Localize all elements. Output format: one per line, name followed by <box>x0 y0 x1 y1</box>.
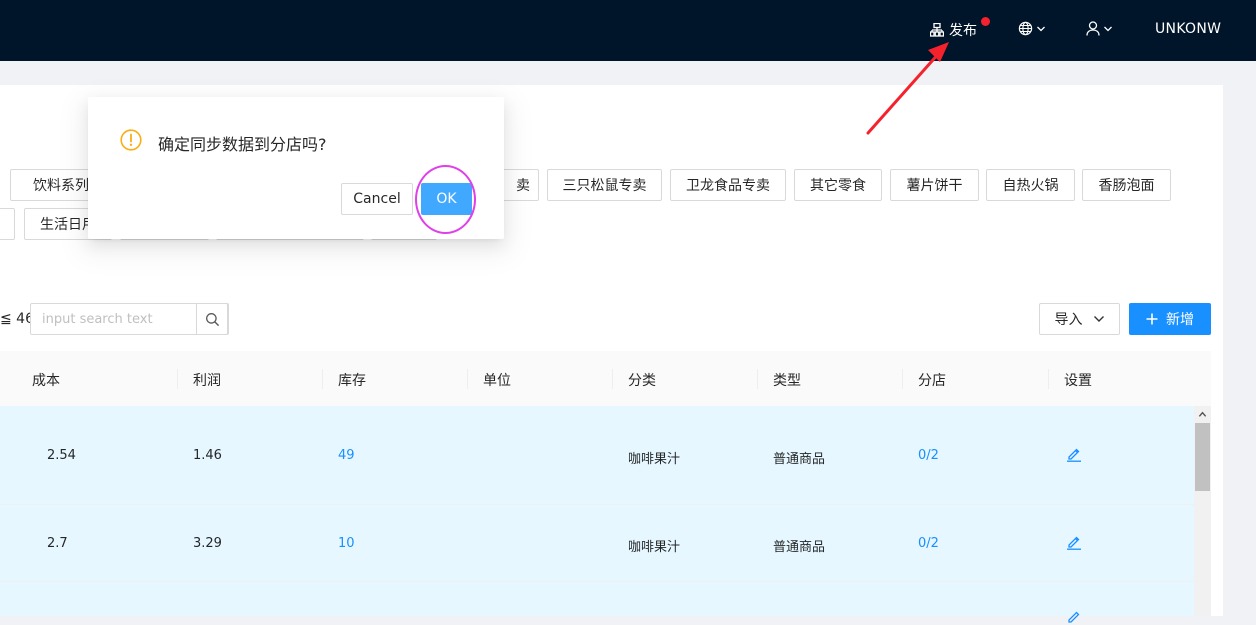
cell-stock-link[interactable]: 10 <box>338 536 355 551</box>
chevron-down-icon <box>1037 26 1045 31</box>
language-switcher[interactable] <box>1018 21 1046 36</box>
category-tag-label: 饮料系列 <box>33 178 89 194</box>
cell-stock-link[interactable]: 49 <box>338 448 355 463</box>
category-tag-partial-left[interactable] <box>0 208 15 240</box>
annotation-circle <box>415 165 476 234</box>
column-header-category[interactable]: 分类 <box>628 370 656 390</box>
chevron-up-icon <box>1198 411 1207 417</box>
category-tag-hotpot[interactable]: 自热火锅 <box>986 169 1075 201</box>
cell-type: 普通商品 <box>773 452 826 467</box>
plus-icon <box>1146 313 1158 325</box>
publish-icon <box>930 23 944 37</box>
table-row[interactable]: 2.54 1.46 49 咖啡果汁 普通商品 0/2 <box>0 406 1194 505</box>
column-separator <box>177 369 178 389</box>
column-separator <box>757 369 758 389</box>
scroll-up-button[interactable] <box>1194 406 1211 423</box>
category-tag-three-squirrels[interactable]: 三只松鼠专卖 <box>547 169 662 201</box>
import-label: 导入 <box>1054 312 1083 328</box>
category-tag-weilong[interactable]: 卫龙食品专卖 <box>670 169 786 201</box>
table-row[interactable]: 2.7 3.29 10 咖啡果汁 普通商品 0/2 <box>0 505 1194 582</box>
column-header-cost[interactable]: 成本 <box>32 370 60 390</box>
category-tag-label: 卫龙食品专卖 <box>686 178 770 194</box>
category-tag-label: 三只松鼠专卖 <box>562 178 647 194</box>
cell-profit: 3.29 <box>193 536 222 551</box>
column-header-stock[interactable]: 库存 <box>338 370 366 390</box>
category-tag-label: 自热火锅 <box>1002 178 1059 194</box>
cell-category: 咖啡果汁 <box>628 540 681 555</box>
table-header: 成本 利润 库存 单位 分类 类型 分店 设置 <box>0 351 1211 407</box>
exclamation-circle-icon <box>120 129 142 151</box>
search-input[interactable] <box>31 304 197 334</box>
modal-title: 确定同步数据到分店吗? <box>158 135 327 154</box>
top-navbar: 发布 UNKONW <box>0 0 1256 61</box>
column-separator <box>467 369 468 389</box>
column-header-profit[interactable]: 利润 <box>193 370 221 390</box>
category-tag-label: 卖 <box>516 178 530 194</box>
column-separator <box>1048 369 1049 389</box>
chevron-down-icon <box>1104 26 1112 31</box>
cell-cost: 2.54 <box>47 448 76 463</box>
column-header-branch[interactable]: 分店 <box>918 370 946 390</box>
column-separator <box>612 369 613 389</box>
total-count: ≦ 46 <box>0 311 34 327</box>
annotation-arrow <box>866 42 949 135</box>
column-header-settings[interactable]: 设置 <box>1064 370 1092 390</box>
cancel-button[interactable]: Cancel <box>341 183 413 215</box>
category-tag-label: 其它零食 <box>810 178 866 194</box>
category-tag-label: 香肠泡面 <box>1098 178 1155 194</box>
publish-label: 发布 <box>949 23 977 39</box>
search-icon <box>205 312 219 326</box>
cell-branch-link[interactable]: 0/2 <box>918 536 939 551</box>
cell-profit: 1.46 <box>193 448 222 463</box>
search-button[interactable] <box>196 303 228 335</box>
cell-cost: 2.7 <box>47 536 68 551</box>
user-menu[interactable] <box>1086 21 1113 36</box>
edit-icon[interactable] <box>1066 609 1082 625</box>
cell-category: 咖啡果汁 <box>628 452 681 467</box>
username-label[interactable]: UNKONW <box>1155 21 1221 37</box>
category-tag-other-snacks[interactable]: 其它零食 <box>794 169 882 201</box>
add-button[interactable]: 新增 <box>1129 303 1211 335</box>
column-header-type[interactable]: 类型 <box>773 370 801 390</box>
column-separator <box>322 369 323 389</box>
scrollbar-thumb[interactable] <box>1195 423 1210 491</box>
edit-icon[interactable] <box>1066 446 1082 462</box>
cell-type: 普通商品 <box>773 540 826 555</box>
notification-badge <box>981 17 990 26</box>
add-label: 新增 <box>1166 312 1194 328</box>
table-row[interactable] <box>0 582 1194 623</box>
column-header-unit[interactable]: 单位 <box>483 370 511 390</box>
user-icon <box>1086 21 1100 36</box>
category-tag-label: 薯片饼干 <box>906 178 963 194</box>
category-tag-chips[interactable]: 薯片饼干 <box>890 169 979 201</box>
search-box <box>30 303 229 335</box>
chevron-down-icon <box>1093 316 1104 322</box>
import-button[interactable]: 导入 <box>1039 303 1120 335</box>
edit-icon[interactable] <box>1066 534 1082 550</box>
cell-branch-link[interactable]: 0/2 <box>918 448 939 463</box>
column-separator <box>902 369 903 389</box>
category-tag-sausage-noodles[interactable]: 香肠泡面 <box>1082 169 1171 201</box>
globe-icon <box>1018 21 1033 36</box>
